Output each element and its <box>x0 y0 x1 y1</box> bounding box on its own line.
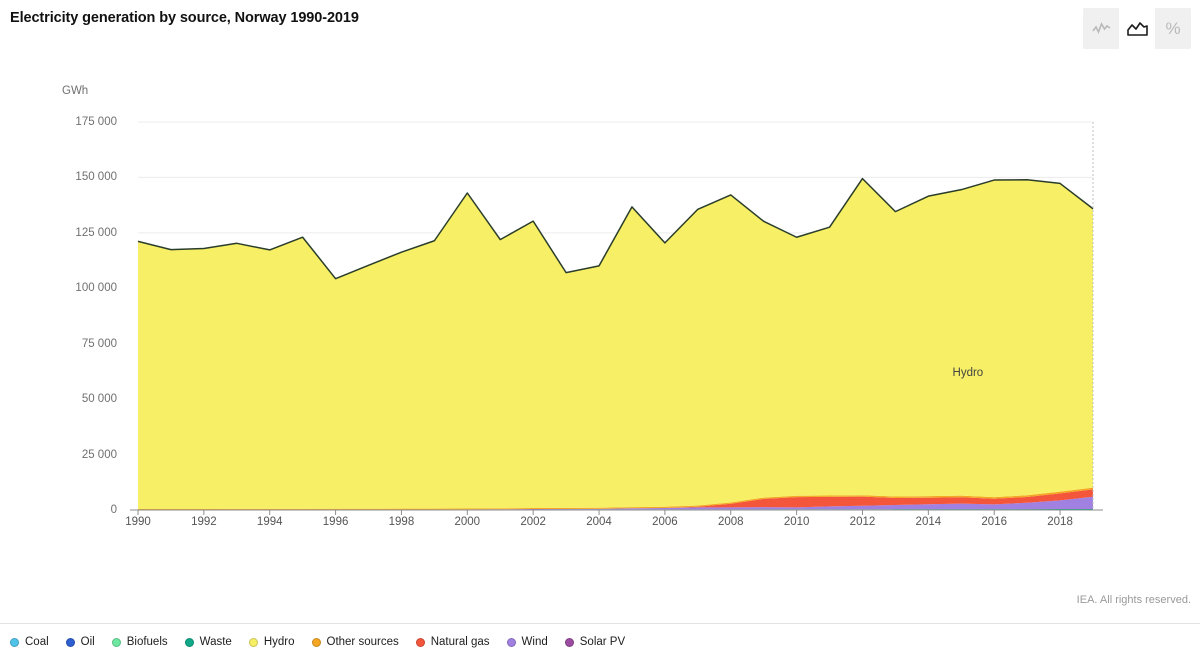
x-tick-label: 2012 <box>849 516 876 528</box>
series-inline-label: Hydro <box>952 366 984 379</box>
x-tick-label: 1996 <box>322 516 349 528</box>
legend-color-swatch <box>311 637 321 647</box>
legend-color-swatch <box>506 637 516 647</box>
chart-type-toolbar: % <box>1083 8 1191 49</box>
legend-item-natural-gas[interactable]: Natural gas <box>415 636 490 648</box>
chart-canvas <box>130 121 1103 515</box>
legend-item-hydro[interactable]: Hydro <box>248 636 295 648</box>
legend-item-coal[interactable]: Coal <box>10 636 49 648</box>
x-tick-label: 1990 <box>125 516 151 528</box>
legend-color-swatch <box>415 637 425 647</box>
chart-app: Electricity generation by source, Norway… <box>0 0 1200 658</box>
x-tick-label: 2016 <box>981 516 1007 528</box>
x-tick-label: 1992 <box>191 516 217 528</box>
y-tick-label: 175 000 <box>75 116 117 128</box>
legend-item-other-sources[interactable]: Other sources <box>311 636 399 648</box>
chart-header: Electricity generation by source, Norway… <box>0 0 1200 56</box>
legend-item-label: Biofuels <box>126 636 168 648</box>
y-tick-label: 100 000 <box>75 282 117 295</box>
legend-color-swatch <box>111 637 121 647</box>
x-tick-label: 1994 <box>256 516 283 528</box>
x-tick-label: 2002 <box>520 516 546 528</box>
x-tick-label: 2014 <box>915 516 942 528</box>
area-chart-icon <box>1126 21 1148 36</box>
x-tick-label: 2000 <box>454 516 481 528</box>
x-tick-label: 2004 <box>586 516 612 528</box>
y-tick-label: 150 000 <box>75 171 117 184</box>
area-hydro <box>138 178 1093 510</box>
legend-color-swatch <box>564 637 574 647</box>
x-tick-label: 2010 <box>783 516 810 528</box>
percent-icon: % <box>1165 18 1181 38</box>
legend-item-wind[interactable]: Wind <box>506 636 548 648</box>
legend-item-solar-pv[interactable]: Solar PV <box>564 636 626 648</box>
chart-legend: Coal Oil Biofuels Waste Hydro Other sources Na… <box>10 636 625 648</box>
footer-divider <box>0 623 1200 624</box>
x-tick-label: 2008 <box>717 516 744 528</box>
line-chart-icon <box>1091 22 1111 35</box>
y-tick-label: 125 000 <box>75 226 117 239</box>
x-tick-label: 2018 <box>1047 516 1073 528</box>
area-chart-button[interactable] <box>1119 8 1155 49</box>
y-tick-label: 50 000 <box>81 393 117 406</box>
series-areas <box>138 178 1093 510</box>
legend-item-label: Solar PV <box>579 636 626 648</box>
legend-item-waste[interactable]: Waste <box>184 636 232 648</box>
copyright-notice: IEA. All rights reserved. <box>1076 594 1191 606</box>
legend-item-label: Waste <box>199 636 232 648</box>
legend-item-label: Hydro <box>263 636 295 648</box>
legend-item-label: Wind <box>521 636 548 648</box>
page-title: Electricity generation by source, Norway… <box>10 10 359 26</box>
y-tick-label: 0 <box>110 504 117 516</box>
legend-color-swatch <box>184 637 194 647</box>
legend-item-biofuels[interactable]: Biofuels <box>111 636 168 648</box>
y-tick-label: 75 000 <box>81 337 117 350</box>
x-tick-label: 2006 <box>652 516 678 528</box>
percent-chart-button[interactable]: % <box>1155 8 1191 49</box>
plot-area: GWh 0 25 000 50 000 75 000 100 000 125 000 150… <box>0 56 1200 576</box>
x-tick-marks <box>137 510 1061 515</box>
line-chart-button[interactable] <box>1083 8 1119 49</box>
legend-item-label: Oil <box>80 636 95 648</box>
legend-color-swatch <box>65 637 75 647</box>
legend-item-label: Coal <box>25 636 49 648</box>
legend-item-label: Natural gas <box>430 636 490 648</box>
legend-item-label: Other sources <box>326 636 399 648</box>
x-tick-label: 1998 <box>388 516 415 528</box>
legend-color-swatch <box>248 637 258 647</box>
legend-item-oil[interactable]: Oil <box>65 636 95 648</box>
legend-color-swatch <box>10 637 19 647</box>
y-tick-label: 25 000 <box>81 448 117 461</box>
